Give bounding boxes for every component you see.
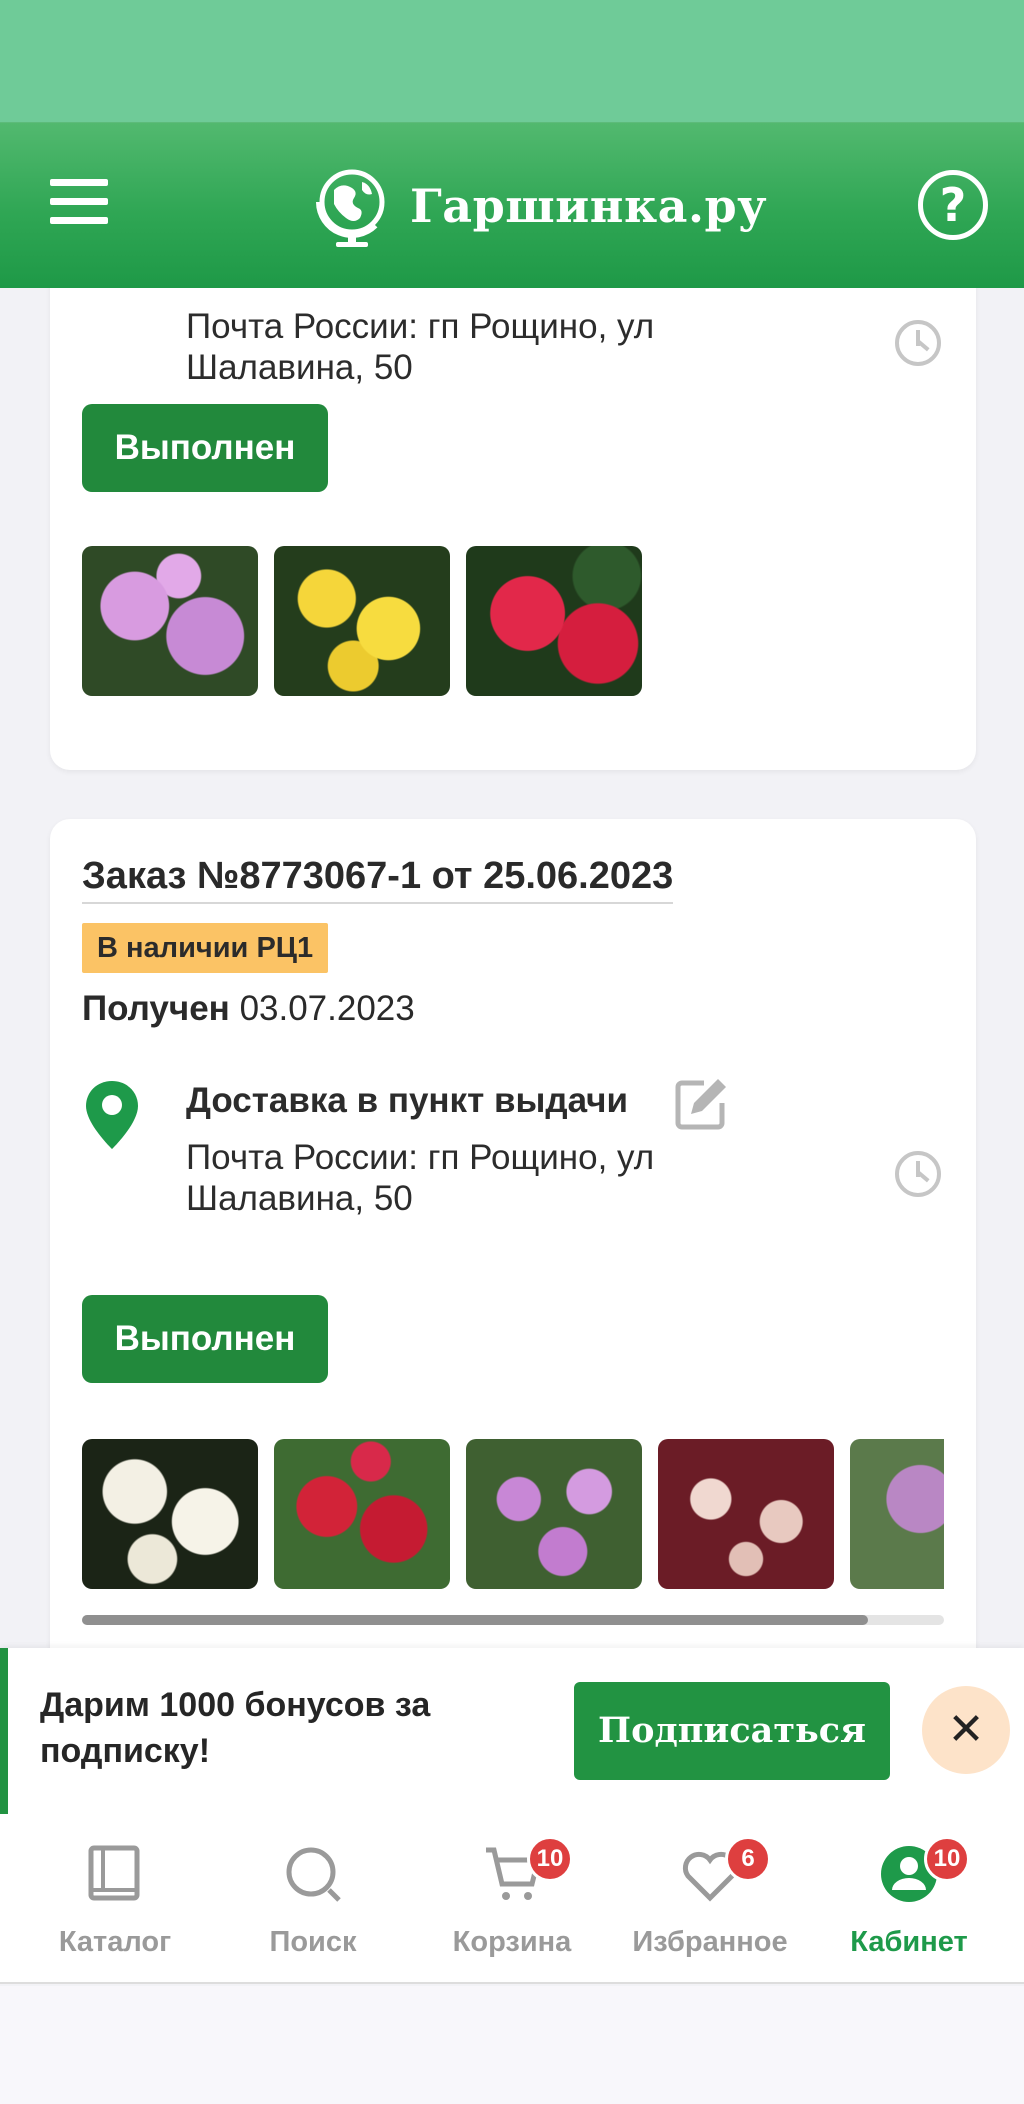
logo[interactable]: Гаршинка.ру [312, 161, 767, 251]
logo-text: Гаршинка.ру [410, 179, 768, 233]
delivery-method: Доставка в пункт выдачи [186, 1081, 628, 1120]
product-thumbnail[interactable] [466, 546, 642, 696]
received-label: Получен [82, 989, 230, 1028]
product-thumbnail[interactable] [274, 1439, 450, 1589]
tab-search[interactable]: Поиск [213, 1814, 413, 1984]
orders-list[interactable]: Почта России: гп Рощино, ул Шалавина, 50… [0, 288, 1024, 1648]
product-thumbnail[interactable] [850, 1439, 944, 1589]
tab-label: Кабинет [850, 1926, 968, 1958]
product-thumbnail[interactable] [658, 1439, 834, 1589]
tab-catalog[interactable]: Каталог [15, 1814, 215, 1984]
product-thumbnails[interactable] [82, 546, 944, 696]
tab-cart[interactable]: 10 Корзина [412, 1814, 612, 1984]
edit-icon[interactable] [674, 1075, 730, 1131]
search-icon [286, 1847, 341, 1902]
tab-label: Корзина [452, 1926, 572, 1958]
order-card: Заказ №8773067-1 от 25.06.2023 В наличии… [50, 819, 976, 1648]
order-title[interactable]: Заказ №8773067-1 от 25.06.2023 [82, 855, 674, 904]
help-button[interactable]: ? [918, 170, 988, 240]
favorites-count-badge: 6 [725, 1836, 771, 1882]
pickup-address: Почта России: гп Рощино, ул Шалавина, 50 [186, 1138, 655, 1218]
globe-logo-icon [316, 169, 385, 247]
product-thumbnails[interactable] [82, 1439, 944, 1589]
product-thumbnail[interactable] [82, 546, 258, 696]
status-button[interactable]: Выполнен [82, 404, 328, 492]
pickup-address: Почта России: гп Рощино, ул Шалавина, 50 [186, 307, 655, 387]
system-nav-area [0, 1986, 1024, 2104]
bottom-tab-bar: Каталог Поиск 10 Корзина 6 Избранное 10 … [0, 1814, 1024, 1984]
tab-label: Избранное [632, 1926, 788, 1958]
account-count-badge: 10 [924, 1836, 970, 1882]
clock-icon[interactable] [895, 320, 941, 366]
received-date: 03.07.2023 [239, 989, 415, 1028]
location-pin-icon [86, 1081, 138, 1149]
product-thumbnail[interactable] [82, 1439, 258, 1589]
close-icon[interactable]: ✕ [922, 1686, 1010, 1774]
product-thumbnail[interactable] [466, 1439, 642, 1589]
tab-label: Каталог [58, 1926, 172, 1958]
subscription-banner: Дарим 1000 бонусов за подписку! Подписат… [0, 1648, 1024, 1814]
status-bar [0, 0, 1024, 122]
cart-count-badge: 10 [527, 1836, 573, 1882]
availability-badge: В наличии РЦ1 [82, 923, 329, 973]
subscribe-button[interactable]: Подписаться [574, 1682, 890, 1780]
app-header: Гаршинка.ру ? [0, 122, 1024, 288]
clock-icon[interactable] [895, 1151, 941, 1197]
tab-favorites[interactable]: 6 Избранное [610, 1814, 810, 1984]
thumbnails-scrollbar[interactable] [82, 1615, 944, 1625]
tab-label: Поиск [269, 1926, 357, 1958]
order-card: Почта России: гп Рощино, ул Шалавина, 50… [50, 288, 976, 770]
promo-text: Дарим 1000 бонусов за подписку! [40, 1686, 431, 1770]
status-button[interactable]: Выполнен [82, 1295, 328, 1383]
scrollbar-thumb[interactable] [82, 1615, 868, 1625]
tab-account[interactable]: 10 Кабинет [809, 1814, 1009, 1984]
received-info: Получен 03.07.2023 [82, 989, 415, 1029]
catalog-book-icon [88, 1845, 140, 1901]
product-thumbnail[interactable] [274, 546, 450, 696]
menu-icon[interactable] [50, 179, 108, 225]
